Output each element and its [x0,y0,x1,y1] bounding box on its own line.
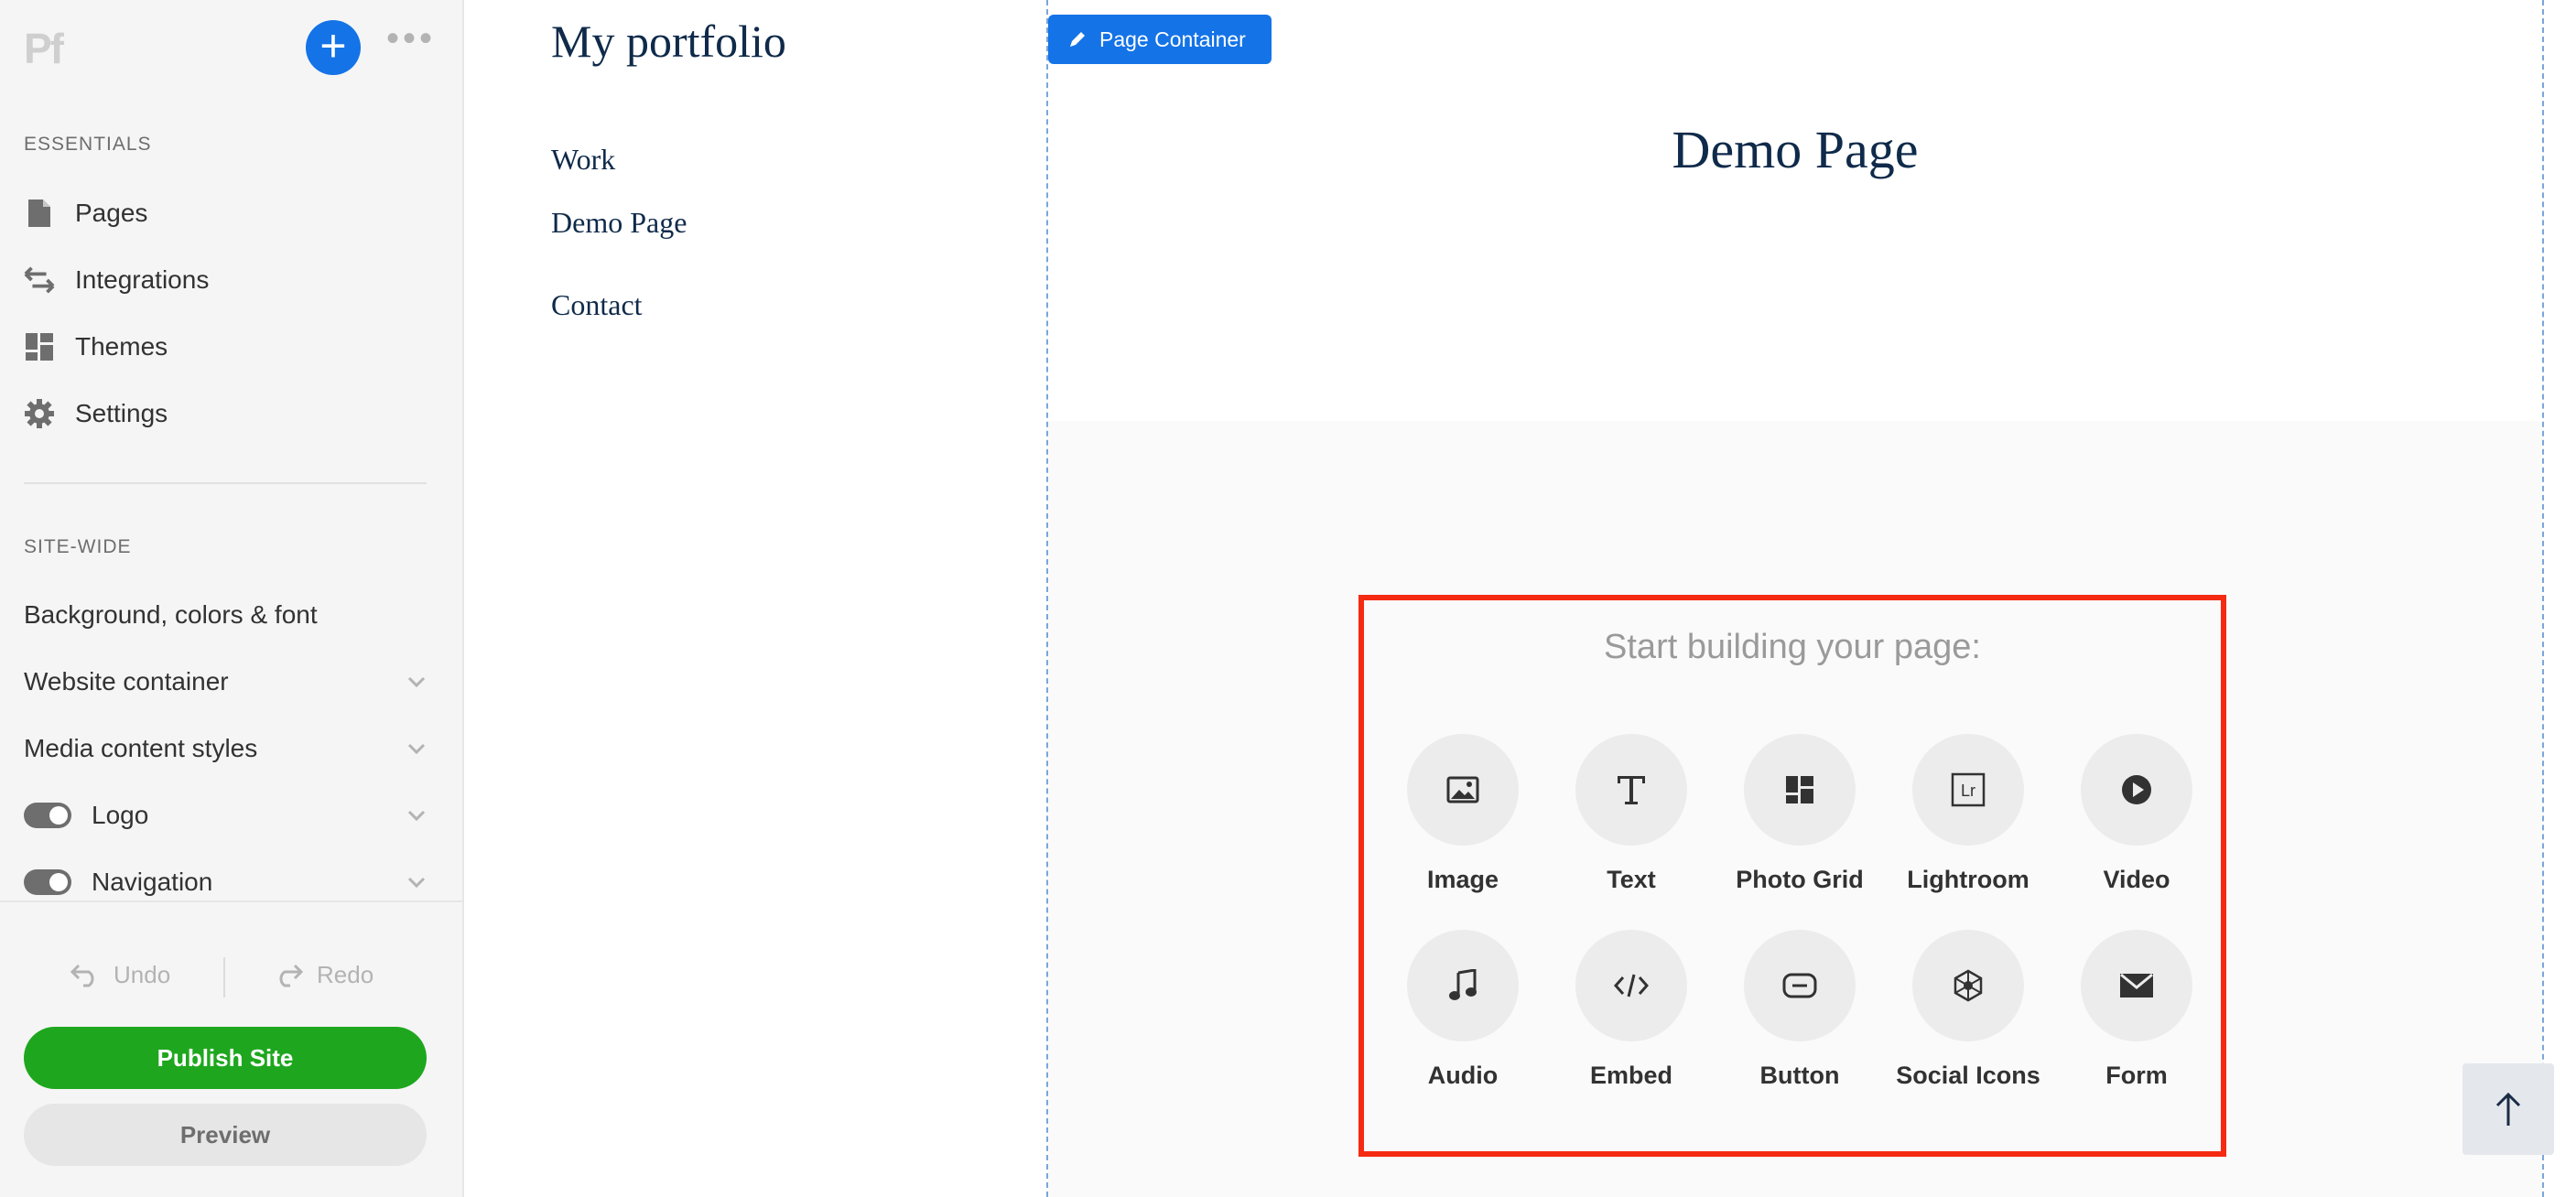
sidebar-item-label: Themes [75,332,168,361]
gear-icon [24,398,55,429]
sidebar-item-label: Logo [92,801,149,829]
chevron-down-icon [407,810,426,822]
portfolio-logo: Pf [24,25,64,72]
tile-photo-grid[interactable]: Photo Grid [1716,734,1884,894]
sidebar: Pf + ••• ESSENTIALS Pages Integrations T… [0,0,464,1197]
tile-audio[interactable]: Audio [1379,930,1547,1090]
tile-label: Photo Grid [1736,866,1864,893]
undo-icon [70,964,94,987]
sidebar-item-label: Background, colors & font [24,600,318,629]
sidebar-item-label: Integrations [75,265,210,294]
social-icons-icon [1954,969,1983,1002]
tile-circle: Lr [1912,734,2024,846]
logo-toggle[interactable] [24,803,71,828]
tile-label: Audio [1427,1062,1499,1089]
site-nav-work[interactable]: Work [551,143,615,177]
chevron-down-icon [407,676,426,688]
svg-text:Lr: Lr [1961,782,1975,800]
page-container-label: Page Container [1099,27,1246,51]
tile-circle [2081,930,2192,1041]
site-nav-demo-page[interactable]: Demo Page [551,206,687,240]
tile-circle [2081,734,2192,846]
button-icon [1782,973,1817,998]
arrows-icon [24,264,55,296]
redo-icon [279,964,304,987]
tile-label: Video [2103,866,2170,893]
tile-image[interactable]: Image [1379,734,1547,894]
sidebar-item-label: Settings [75,399,168,427]
sidebar-item-label: Media content styles [24,734,258,762]
pencil-icon [1070,32,1085,47]
sidebar-item-themes[interactable]: Themes [24,326,168,368]
tile-circle [1744,734,1856,846]
tile-label: Button [1759,1062,1840,1089]
tile-label: Form [2105,1062,2168,1089]
tile-label: Social Icons [1896,1062,2040,1089]
audio-icon [1449,969,1477,1000]
page-icon [24,198,55,229]
tile-text[interactable]: Text [1547,734,1716,894]
photo-grid-icon [1786,776,1813,803]
page-title[interactable]: Demo Page [1048,119,2542,180]
add-button[interactable]: + [306,20,361,75]
sidebar-item-logo[interactable]: Logo [24,794,427,836]
tile-embed[interactable]: Embed [1547,930,1716,1090]
image-icon [1446,776,1479,803]
chevron-down-icon [407,743,426,755]
sidebar-item-background[interactable]: Background, colors & font [24,594,427,636]
video-icon [2122,775,2151,804]
more-options-icon[interactable]: ••• [386,20,432,59]
tile-circle [1407,734,1519,846]
tile-circle [1575,930,1687,1041]
tile-button[interactable]: Button [1716,930,1884,1090]
tile-social-icons[interactable]: Social Icons [1884,930,2052,1090]
sidebar-item-navigation[interactable]: Navigation [24,861,427,903]
tile-video[interactable]: Video [2052,734,2221,894]
sitewide-header: SITE-WIDE [24,536,132,557]
tile-circle [1407,930,1519,1041]
tile-label: Embed [1589,1062,1673,1089]
tile-lightroom[interactable]: Lr Lightroom [1884,734,2052,894]
page-container-badge[interactable]: Page Container [1048,15,1272,64]
start-building-panel: Start building your page: Image Text Pho… [1358,595,2226,1157]
redo-label: Redo [317,961,374,988]
form-icon [2120,973,2153,998]
tile-label: Image [1426,866,1499,893]
lightroom-icon: Lr [1951,772,1986,807]
builder-title: Start building your page: [1604,628,1981,666]
undo-redo-divider [223,957,225,998]
site-nav-contact[interactable]: Contact [551,288,643,322]
preview-button[interactable]: Preview [24,1104,427,1166]
tile-form[interactable]: Form [2052,930,2221,1090]
sidebar-item-label: Navigation [92,868,213,896]
chevron-down-icon [407,877,426,889]
undo-label: Undo [114,961,171,988]
embed-icon [1614,974,1649,998]
text-icon [1618,776,1645,804]
site-title[interactable]: My portfolio [551,15,786,68]
container-guide-right [2542,0,2544,1197]
sidebar-item-integrations[interactable]: Integrations [24,259,209,301]
sidebar-divider [24,482,427,484]
sidebar-item-media-styles[interactable]: Media content styles [24,728,427,770]
tile-label: Lightroom [1907,866,2029,893]
sidebar-item-label: Website container [24,667,229,696]
redo-button[interactable]: Redo [273,961,373,989]
tile-circle [1575,734,1687,846]
undo-button[interactable]: Undo [70,961,170,989]
grid-icon [24,331,55,362]
publish-site-button[interactable]: Publish Site [24,1027,427,1089]
navigation-toggle[interactable] [24,869,71,895]
scroll-to-top-button[interactable] [2462,1063,2554,1155]
tile-circle [1744,930,1856,1041]
tile-circle [1912,930,2024,1041]
sidebar-item-label: Pages [75,199,148,227]
essentials-header: ESSENTIALS [24,134,152,155]
tile-label: Text [1607,866,1656,893]
sidebar-item-pages[interactable]: Pages [24,192,147,234]
sidebar-item-website-container[interactable]: Website container [24,661,427,703]
sidebar-item-settings[interactable]: Settings [24,393,168,435]
arrow-up-icon [2495,1092,2521,1126]
